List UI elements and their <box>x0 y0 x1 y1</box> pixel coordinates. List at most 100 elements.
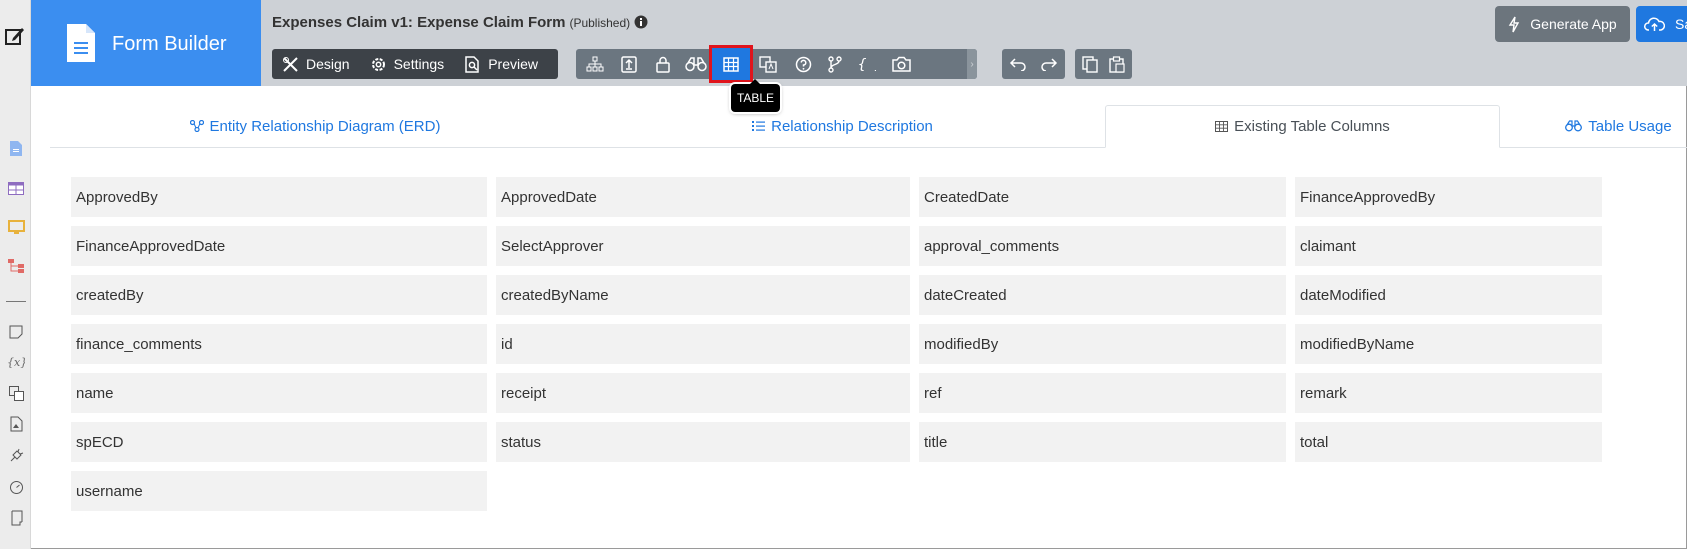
lock-button[interactable] <box>648 49 678 79</box>
translate-icon[interactable] <box>6 383 26 403</box>
lock-icon <box>656 56 670 73</box>
column-cell: createdBy <box>71 275 487 315</box>
tab-table-usage[interactable]: Table Usage <box>1500 105 1687 148</box>
table-button[interactable] <box>709 45 753 83</box>
note-icon[interactable] <box>6 322 26 342</box>
tab-table-usage-label: Table Usage <box>1588 117 1672 135</box>
binoculars-icon <box>685 56 707 71</box>
column-cell: dateModified <box>1295 275 1602 315</box>
info-icon[interactable] <box>634 15 648 33</box>
top-header: Form Builder Expenses Claim v1: Expense … <box>31 0 1687 86</box>
help-button[interactable] <box>788 49 818 79</box>
design-button[interactable]: Design <box>272 49 360 79</box>
braces-button[interactable]: { } <box>852 49 882 79</box>
undo-button[interactable] <box>1003 49 1033 79</box>
publish-status: (Published) <box>569 16 631 30</box>
tab-bar: Entity Relationship Diagram (ERD) Relati… <box>50 105 1687 148</box>
document-icon[interactable] <box>6 138 26 158</box>
edit-icon[interactable] <box>3 24 27 48</box>
column-cell: CreatedDate <box>919 177 1286 217</box>
column-cell: FinanceApprovedBy <box>1295 177 1602 217</box>
cloud-upload-icon <box>1644 16 1666 31</box>
form-title-text: Expenses Claim v1: Expense Claim Form <box>272 14 566 31</box>
scroll-icon[interactable] <box>6 508 26 528</box>
tab-erd-label: Entity Relationship Diagram (ERD) <box>209 117 441 135</box>
preview-icon <box>465 55 479 73</box>
binoculars-icon <box>1565 120 1583 132</box>
column-cell: total <box>1295 422 1602 462</box>
form-title: Expenses Claim v1: Expense Claim Form (Pu… <box>272 14 648 33</box>
column-cell: FinanceApprovedDate <box>71 226 487 266</box>
toolbar-scroll-chevron[interactable]: › <box>967 49 977 79</box>
column-cell: finance_comments <box>71 324 487 364</box>
rail-divider <box>6 301 26 302</box>
branch-icon <box>828 55 842 73</box>
paste-button[interactable] <box>1102 49 1132 79</box>
column-cell: modifiedBy <box>919 324 1286 364</box>
tab-erd[interactable]: Entity Relationship Diagram (ERD) <box>50 105 580 148</box>
preview-button[interactable]: Preview <box>454 49 548 79</box>
redo-button[interactable] <box>1034 49 1064 79</box>
undo-redo-group <box>1002 49 1065 79</box>
list-icon <box>752 121 766 131</box>
column-cell: createdByName <box>496 275 910 315</box>
column-cell: claimant <box>1295 226 1602 266</box>
file-image-icon[interactable] <box>6 414 26 434</box>
erd-icon <box>189 120 204 132</box>
variable-icon[interactable]: {x} <box>6 352 26 372</box>
column-cell: ApprovedBy <box>71 177 487 217</box>
generate-app-button[interactable]: Generate App <box>1495 6 1630 42</box>
camera-button[interactable] <box>886 49 916 79</box>
column-cell: approval_comments <box>919 226 1286 266</box>
hierarchy-icon[interactable] <box>6 256 26 276</box>
sitemap-icon <box>586 56 604 72</box>
tab-relationship-description[interactable]: Relationship Description <box>580 105 1105 148</box>
table-icon <box>723 56 739 72</box>
branch-button[interactable] <box>820 49 850 79</box>
mode-toggle-group: Design Settings Preview <box>272 49 558 79</box>
column-cell: username <box>71 471 487 511</box>
table-icon <box>1215 121 1229 132</box>
plug-icon[interactable] <box>6 445 26 465</box>
camera-icon <box>891 56 911 72</box>
binoculars-button[interactable] <box>681 49 711 79</box>
column-cell: ref <box>919 373 1286 413</box>
copy-icon <box>1082 55 1098 73</box>
tab-relationship-label: Relationship Description <box>771 117 933 135</box>
column-cell: status <box>496 422 910 462</box>
settings-label: Settings <box>393 56 445 72</box>
svg-text:{ }: { } <box>858 57 876 72</box>
clipboard-group <box>1075 49 1132 79</box>
column-cell: dateCreated <box>919 275 1286 315</box>
translate-icon <box>759 55 777 73</box>
tab-existing-columns-label: Existing Table Columns <box>1234 118 1390 135</box>
tab-existing-table-columns[interactable]: Existing Table Columns <box>1105 105 1500 148</box>
table-grid-icon[interactable] <box>6 178 26 198</box>
undo-icon <box>1009 58 1026 71</box>
redo-icon <box>1041 58 1058 71</box>
translate-button[interactable] <box>753 49 783 79</box>
settings-button[interactable]: Settings <box>360 49 455 79</box>
column-cell: id <box>496 324 910 364</box>
design-tools-icon <box>283 56 298 72</box>
column-cell: receipt <box>496 373 910 413</box>
column-cell: title <box>919 422 1286 462</box>
brand-title: Form Builder <box>112 33 227 55</box>
upload-doc-button[interactable] <box>614 49 644 79</box>
brand-block: Form Builder <box>31 0 261 86</box>
save-label: Save <box>1675 16 1687 32</box>
tool-group-main: { } › <box>576 45 977 83</box>
left-rail: {x} <box>0 0 31 549</box>
sitemap-button[interactable] <box>580 49 610 79</box>
upload-doc-icon <box>621 55 637 73</box>
save-button[interactable]: Save <box>1636 6 1687 42</box>
bolt-icon <box>1509 16 1520 32</box>
preview-label: Preview <box>488 56 538 72</box>
column-cell: name <box>71 373 487 413</box>
column-cell: ApprovedDate <box>496 177 910 217</box>
column-cell: modifiedByName <box>1295 324 1602 364</box>
monitor-icon[interactable] <box>6 217 26 237</box>
gauge-icon[interactable] <box>6 477 26 497</box>
copy-button[interactable] <box>1075 49 1105 79</box>
column-cell: spECD <box>71 422 487 462</box>
